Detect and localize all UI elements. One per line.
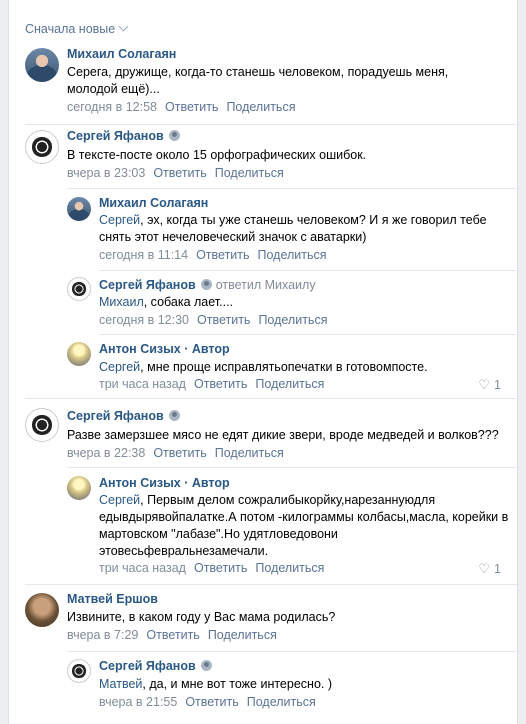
like-button[interactable]: ♡ 1: [478, 561, 501, 577]
share-button[interactable]: Поделиться: [215, 446, 284, 460]
alien-badge-icon: [200, 660, 212, 671]
comment-author[interactable]: Сергей Яфанов ответил Михаилу: [99, 278, 316, 292]
alien-badge-icon: [168, 130, 180, 141]
comment-author[interactable]: Михаил Солагаян: [99, 196, 208, 210]
divider: [25, 398, 517, 399]
comment-text: Серега, дружище, когда-то станешь челове…: [67, 65, 449, 96]
divider: [25, 124, 517, 125]
mention-link[interactable]: Сергей: [99, 213, 140, 227]
comment-meta: вчера в 7:29 Ответить Поделиться: [67, 628, 277, 642]
divider: [99, 270, 517, 271]
comment-meta: вчера в 22:38 Ответить Поделиться: [67, 446, 284, 460]
avatar[interactable]: [25, 130, 59, 164]
mention-link[interactable]: Михаил: [99, 295, 144, 309]
share-button[interactable]: Поделиться: [255, 561, 324, 575]
divider: [99, 334, 517, 335]
heart-icon: ♡: [478, 561, 491, 576]
sort-label: Сначала новые: [25, 22, 116, 36]
comment-time[interactable]: сегодня в 11:14: [99, 248, 188, 262]
mention-link[interactable]: Сергей: [99, 493, 140, 507]
avatar[interactable]: [67, 277, 91, 301]
mention-link[interactable]: Сергей: [99, 360, 140, 374]
comments-card: Сначала новые Михаил Солагаян Серега, др…: [8, 0, 518, 724]
comment-time[interactable]: сегодня в 12:30: [99, 313, 189, 327]
comment-author[interactable]: Сергей Яфанов: [99, 659, 212, 673]
comment-time[interactable]: три часа назад: [99, 377, 186, 391]
comment-time[interactable]: сегодня в 12:58: [67, 100, 157, 114]
comment-time[interactable]: вчера в 7:29: [67, 628, 138, 642]
comment-author[interactable]: Михаил Солагаян: [67, 47, 176, 61]
comment-time[interactable]: вчера в 22:38: [67, 446, 145, 460]
share-button[interactable]: Поделиться: [258, 248, 327, 262]
divider: [67, 467, 517, 468]
alien-badge-icon: [168, 410, 180, 421]
comment-meta: три часа назад Ответить Поделиться: [99, 377, 324, 391]
share-button[interactable]: Поделиться: [258, 313, 327, 327]
comment-meta: сегодня в 12:30 Ответить Поделиться: [99, 313, 327, 327]
comment-text: Сергей, эх, когда ты уже станешь человек…: [99, 213, 487, 244]
reply-button[interactable]: Ответить: [153, 446, 206, 460]
comment-time[interactable]: три часа назад: [99, 561, 186, 575]
reply-button[interactable]: Ответить: [185, 695, 238, 709]
reply-button[interactable]: Ответить: [197, 313, 250, 327]
like-count: 1: [494, 562, 501, 576]
comment-meta: вчера в 21:55 Ответить Поделиться: [99, 695, 316, 709]
comment-author[interactable]: Сергей Яфанов: [67, 129, 180, 143]
comment-author[interactable]: Антон Сизых · Автор: [99, 476, 230, 490]
reply-button[interactable]: Ответить: [194, 561, 247, 575]
avatar[interactable]: [67, 197, 91, 221]
share-button[interactable]: Поделиться: [208, 628, 277, 642]
replied-to-link[interactable]: ответил Михаилу: [216, 278, 316, 292]
comment-text: Михаил, собака лает....: [99, 295, 234, 309]
reply-button[interactable]: Ответить: [196, 248, 249, 262]
comment-text: Извините, в каком году у Вас мама родила…: [67, 610, 336, 624]
comment-time[interactable]: вчера в 21:55: [99, 695, 177, 709]
avatar[interactable]: [67, 659, 91, 683]
comment-text: Сергей, мне проще исправлятьопечатки в г…: [99, 360, 428, 374]
share-button[interactable]: Поделиться: [215, 166, 284, 180]
reply-button[interactable]: Ответить: [194, 377, 247, 391]
reply-button[interactable]: Ответить: [153, 166, 206, 180]
comment-author[interactable]: Сергей Яфанов: [67, 409, 180, 423]
avatar[interactable]: [25, 48, 59, 82]
like-button[interactable]: ♡ 1: [478, 377, 501, 393]
comment-text: Сергей, Первым делом сожралибыкорйку,нар…: [99, 493, 509, 558]
like-count: 1: [494, 378, 501, 392]
comment-time[interactable]: вчера в 23:03: [67, 166, 145, 180]
comment-author[interactable]: Антон Сизых · Автор: [99, 342, 230, 356]
sort-dropdown[interactable]: Сначала новые: [25, 21, 129, 36]
comment-author[interactable]: Матвей Ершов: [67, 592, 158, 606]
divider: [25, 584, 517, 585]
chevron-down-icon: [118, 21, 129, 32]
avatar[interactable]: [67, 476, 91, 500]
comment-meta: вчера в 23:03 Ответить Поделиться: [67, 166, 284, 180]
avatar[interactable]: [25, 408, 59, 442]
alien-badge-icon: [200, 279, 212, 290]
avatar[interactable]: [67, 342, 91, 366]
comment-meta: сегодня в 12:58 Ответить Поделиться: [67, 100, 295, 114]
mention-link[interactable]: Матвей: [99, 677, 142, 691]
reply-button[interactable]: Ответить: [146, 628, 199, 642]
reply-button[interactable]: Ответить: [165, 100, 218, 114]
avatar[interactable]: [25, 593, 59, 627]
share-button[interactable]: Поделиться: [255, 377, 324, 391]
comment-meta: сегодня в 11:14 Ответить Поделиться: [99, 248, 327, 262]
share-button[interactable]: Поделиться: [247, 695, 316, 709]
comment-meta: три часа назад Ответить Поделиться: [99, 561, 324, 575]
comment-text: Матвей, да, и мне вот тоже интересно. ): [99, 677, 333, 691]
comment-text: Разве замерзшее мясо не едят дикие звери…: [67, 428, 499, 442]
comment-text: В тексте-посте около 15 орфографических …: [67, 148, 367, 162]
share-button[interactable]: Поделиться: [226, 100, 295, 114]
divider: [67, 651, 517, 652]
divider: [67, 188, 517, 189]
heart-icon: ♡: [478, 377, 491, 392]
